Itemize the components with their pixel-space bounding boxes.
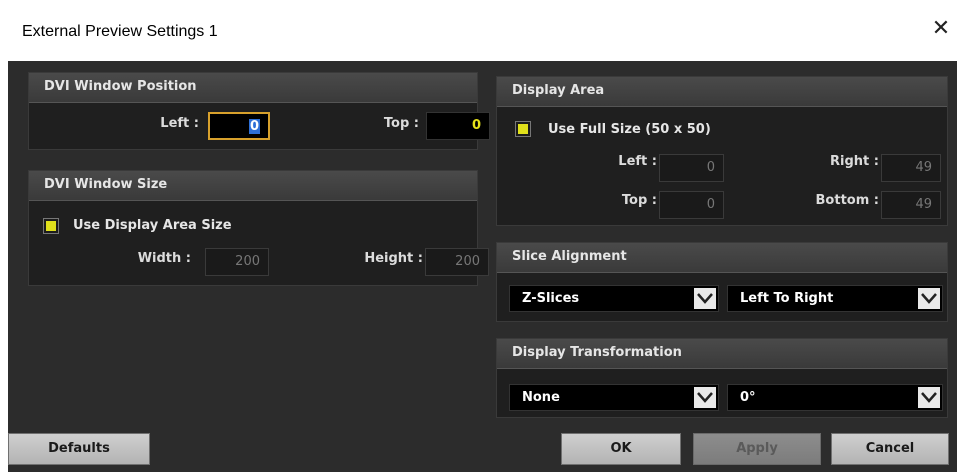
slice-alignment-panel: Slice Alignment Z-Slices Left To Right [496, 242, 948, 322]
use-display-area-checkbox[interactable] [44, 219, 58, 233]
use-display-area-label: Use Display Area Size [73, 218, 232, 233]
dropdown-value: Z-Slices [522, 291, 580, 306]
defaults-button[interactable]: Defaults [8, 433, 150, 465]
area-left-label: Left : [618, 154, 657, 169]
transform-dropdown[interactable]: None [509, 384, 719, 411]
chevron-down-icon [694, 387, 716, 408]
area-left-input[interactable]: 0 [659, 154, 724, 182]
dialog-body: DVI Window Position Left : 0 Top : 0 DVI… [8, 61, 957, 472]
area-top-input[interactable]: 0 [659, 191, 724, 219]
panel-header: DVI Window Size [29, 171, 477, 201]
chevron-down-icon [918, 387, 940, 408]
area-right-input[interactable]: 49 [881, 154, 941, 182]
use-full-size-label: Use Full Size (50 x 50) [548, 122, 711, 137]
width-input[interactable]: 200 [205, 248, 269, 276]
panel-title: Display Transformation [512, 345, 682, 360]
height-input[interactable]: 200 [425, 248, 489, 276]
display-transformation-panel: Display Transformation None 0° [496, 338, 948, 418]
panel-title: DVI Window Size [44, 177, 168, 192]
panel-header: Display Transformation [497, 339, 947, 369]
chevron-down-icon [918, 288, 940, 309]
area-bottom-input[interactable]: 49 [881, 191, 941, 219]
panel-title: Display Area [512, 83, 605, 98]
dvi-top-input[interactable]: 0 [426, 112, 490, 140]
panel-title: Slice Alignment [512, 249, 627, 264]
apply-button[interactable]: Apply [693, 433, 821, 465]
area-top-label: Top : [621, 193, 657, 208]
panel-header: DVI Window Position [29, 73, 477, 103]
close-icon[interactable]: ✕ [926, 14, 956, 44]
dropdown-value: Left To Right [740, 291, 834, 306]
dialog-window: External Preview Settings 1 ✕ DVI Window… [0, 0, 957, 472]
area-right-label: Right : [830, 154, 879, 169]
slice-mode-dropdown[interactable]: Z-Slices [509, 285, 719, 312]
top-label: Top : [383, 116, 419, 131]
ok-button[interactable]: OK [561, 433, 681, 465]
area-bottom-label: Bottom : [815, 193, 879, 208]
height-label: Height : [364, 251, 423, 266]
panel-header: Display Area [497, 77, 947, 107]
display-area-panel: Display Area Use Full Size (50 x 50) Lef… [496, 76, 948, 226]
dvi-window-position-panel: DVI Window Position Left : 0 Top : 0 [28, 72, 490, 150]
chevron-down-icon [694, 288, 716, 309]
panel-header: Slice Alignment [497, 243, 947, 273]
slice-direction-dropdown[interactable]: Left To Right [727, 285, 943, 312]
left-label: Left : [160, 116, 199, 131]
title-bar: External Preview Settings 1 ✕ [0, 0, 957, 61]
dvi-left-input[interactable]: 0 [208, 112, 270, 140]
use-full-size-checkbox[interactable] [516, 122, 530, 136]
window-title: External Preview Settings 1 [22, 23, 218, 40]
width-label: Width : [137, 251, 191, 266]
panel-title: DVI Window Position [44, 79, 197, 94]
dropdown-value: 0° [740, 390, 756, 405]
rotation-dropdown[interactable]: 0° [727, 384, 943, 411]
cancel-button[interactable]: Cancel [831, 433, 949, 465]
dvi-window-size-panel: DVI Window Size Use Display Area Size Wi… [28, 170, 489, 286]
dropdown-value: None [522, 390, 560, 405]
